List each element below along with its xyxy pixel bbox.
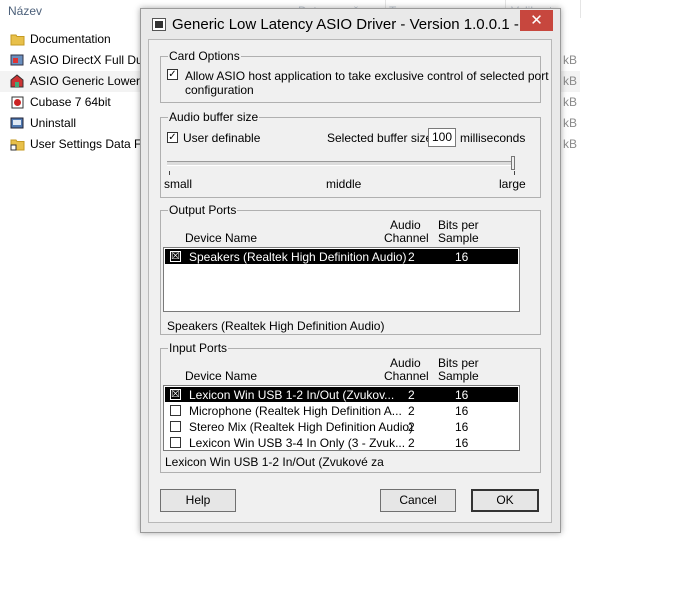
output-ports-group: Output Ports Device Name Audio Channel B…	[160, 203, 541, 335]
input-port-row[interactable]: Lexicon Win USB 3-4 In Only (3 - Zvuk...…	[165, 435, 518, 450]
input-port-channel: 2	[408, 404, 415, 418]
dialog-titlebar[interactable]: Generic Low Latency ASIO Driver - Versio…	[141, 9, 560, 39]
input-port-checkbox[interactable]	[170, 405, 181, 416]
input-ports-legend: Input Ports	[168, 341, 229, 355]
close-button[interactable]: ✕	[520, 10, 553, 31]
exclusive-control-checkbox[interactable]: ✓	[167, 69, 178, 80]
exclusive-control-label-2: configuration	[185, 83, 254, 97]
input-port-checkbox[interactable]	[170, 437, 181, 448]
slider-tick	[169, 171, 170, 175]
setup-icon	[10, 54, 24, 66]
output-selected-port: Speakers (Realtek High Definition Audio)	[167, 319, 385, 333]
input-port-bits: 16	[455, 388, 469, 402]
output-col-channel-header: Audio	[390, 218, 421, 232]
audio-buffer-legend: Audio buffer size	[168, 110, 260, 124]
input-col-channel-header-2: Channel	[384, 369, 429, 383]
input-ports-group: Input Ports Device Name Audio Channel Bi…	[160, 341, 541, 473]
selected-buffer-label: Selected buffer size:	[327, 131, 436, 145]
input-port-channel: 2	[408, 436, 415, 450]
slider-small-label: small	[164, 177, 193, 191]
input-port-name: Stereo Mix (Realtek High Definition Audi…	[189, 420, 414, 434]
output-port-checkbox[interactable]: ☒	[170, 251, 181, 262]
folder-icon	[10, 34, 25, 46]
output-port-row[interactable]: ☒ Speakers (Realtek High Definition Audi…	[165, 249, 518, 264]
output-col-device-header: Device Name	[185, 231, 258, 245]
exclusive-control-label: Allow ASIO host application to take excl…	[185, 69, 549, 83]
explorer-row-size: kB	[563, 74, 578, 88]
slider-thumb[interactable]	[511, 156, 515, 170]
asio-driver-dialog: Generic Low Latency ASIO Driver - Versio…	[140, 8, 561, 533]
input-port-channel: 2	[408, 388, 415, 402]
output-port-channel: 2	[408, 250, 415, 264]
input-port-name: Microphone (Realtek High Definition A...	[189, 404, 402, 418]
uninstall-icon	[10, 117, 24, 129]
explorer-row-size: kB	[563, 116, 578, 130]
slider-tick	[514, 171, 515, 175]
output-port-name: Speakers (Realtek High Definition Audio)	[189, 250, 407, 264]
cubase-icon	[11, 96, 24, 109]
input-ports-list[interactable]: ☒ Lexicon Win USB 1-2 In/Out (Zvukov... …	[163, 385, 520, 451]
input-port-checkbox[interactable]	[170, 421, 181, 432]
app-icon	[152, 18, 166, 31]
ok-button[interactable]: OK	[471, 489, 539, 512]
input-port-bits: 16	[455, 404, 469, 418]
explorer-row-name: Documentation	[30, 32, 111, 46]
output-col-channel-header-2: Channel	[384, 231, 429, 245]
input-port-channel: 2	[408, 420, 415, 434]
buffer-size-input[interactable]: 100	[428, 128, 456, 147]
dialog-title: Generic Low Latency ASIO Driver - Versio…	[172, 16, 536, 33]
input-col-channel-header: Audio	[390, 356, 421, 370]
output-port-bits: 16	[455, 250, 469, 264]
input-port-row[interactable]: Microphone (Realtek High Definition A...…	[165, 403, 518, 418]
buffer-size-slider[interactable]	[165, 156, 517, 176]
input-port-row[interactable]: ☒ Lexicon Win USB 1-2 In/Out (Zvukov... …	[165, 387, 518, 402]
user-definable-checkbox[interactable]: ✓	[167, 132, 178, 143]
output-col-bits-header-2: Sample	[438, 231, 479, 245]
input-col-device-header: Device Name	[185, 369, 258, 383]
input-port-name: Lexicon Win USB 1-2 In/Out (Zvukov...	[189, 388, 395, 402]
explorer-row-name: Cubase 7 64bit	[30, 95, 111, 109]
card-options-legend: Card Options	[168, 49, 241, 63]
audio-buffer-group: Audio buffer size ✓ User definable Selec…	[160, 110, 541, 198]
cancel-button[interactable]: Cancel	[380, 489, 456, 512]
user-definable-label: User definable	[183, 131, 261, 145]
output-ports-legend: Output Ports	[168, 203, 238, 217]
output-col-bits-header: Bits per	[438, 218, 479, 232]
dialog-client-area: Card Options ✓ Allow ASIO host applicati…	[148, 39, 552, 523]
setup-icon	[10, 74, 24, 88]
input-selected-port: Lexicon Win USB 1-2 In/Out (Zvukové za	[165, 455, 384, 469]
input-col-bits-header: Bits per	[438, 356, 479, 370]
explorer-row-name: Uninstall	[30, 116, 77, 130]
input-port-name: Lexicon Win USB 3-4 In Only (3 - Zvuk...	[189, 436, 406, 450]
explorer-row-size: kB	[563, 95, 578, 109]
card-options-group: Card Options ✓ Allow ASIO host applicati…	[160, 49, 549, 103]
slider-large-label: large	[499, 177, 526, 191]
output-ports-list[interactable]: ☒ Speakers (Realtek High Definition Audi…	[163, 247, 520, 312]
input-port-bits: 16	[455, 436, 469, 450]
buffer-unit-label: milliseconds	[460, 131, 526, 145]
column-name[interactable]: Název	[8, 4, 42, 18]
slider-track[interactable]	[167, 161, 515, 166]
column-divider	[580, 0, 581, 18]
explorer-row-size: kB	[563, 53, 578, 67]
input-port-row[interactable]: Stereo Mix (Realtek High Definition Audi…	[165, 419, 518, 434]
explorer-row-size: kB	[563, 137, 578, 151]
slider-middle-label: middle	[326, 177, 362, 191]
help-button[interactable]: Help	[160, 489, 236, 512]
shortcut-folder-icon	[10, 139, 25, 151]
input-port-bits: 16	[455, 420, 469, 434]
input-port-checkbox[interactable]: ☒	[170, 389, 181, 400]
input-col-bits-header-2: Sample	[438, 369, 479, 383]
